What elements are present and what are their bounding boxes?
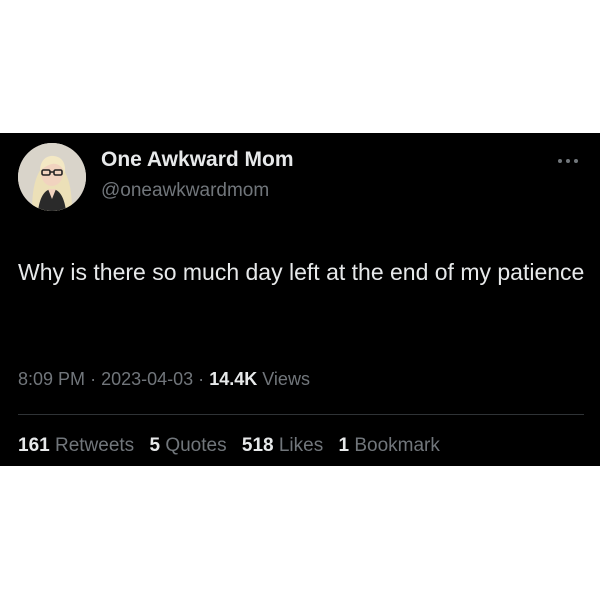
meta-separator: · [90,369,97,389]
likes-stat[interactable]: 518 Likes [242,435,323,457]
divider [18,414,584,415]
handle[interactable]: @oneawkwardmom [101,180,269,202]
quotes-label: Quotes [165,435,227,456]
quotes-count: 5 [149,435,161,456]
views-count: 14.4K [209,369,258,389]
likes-label: Likes [278,435,324,456]
likes-count: 518 [241,435,274,456]
more-horizontal-icon[interactable] [556,152,580,163]
tweet-meta: 8:09 PM · 2023-04-03 · 14.4K Views [18,369,310,390]
tweet-card: One Awkward Mom @oneawkwardmom Why is th… [0,133,600,466]
avatar-image [18,143,86,211]
tweet-time[interactable]: 8:09 PM [18,369,85,389]
retweets-label: Retweets [54,435,135,456]
bookmarks-count: 1 [338,435,350,456]
page: One Awkward Mom @oneawkwardmom Why is th… [0,0,600,600]
tweet-text: Why is there so much day left at the end… [18,259,585,285]
avatar[interactable] [18,143,86,211]
retweets-stat[interactable]: 161 Retweets [18,435,134,457]
retweets-count: 161 [18,435,50,456]
tweet-date[interactable]: 2023-04-03 [101,369,193,389]
bookmarks-label: Bookmark [354,435,440,456]
quotes-stat[interactable]: 5 Quotes [149,435,226,457]
meta-separator: · [198,369,205,389]
display-name[interactable]: One Awkward Mom [101,148,294,172]
views-label: Views [262,369,310,389]
engagement-stats: 161 Retweets 5 Quotes 518 Likes 1 Bookma… [18,435,450,457]
bookmarks-stat[interactable]: 1 Bookmark [339,435,440,457]
